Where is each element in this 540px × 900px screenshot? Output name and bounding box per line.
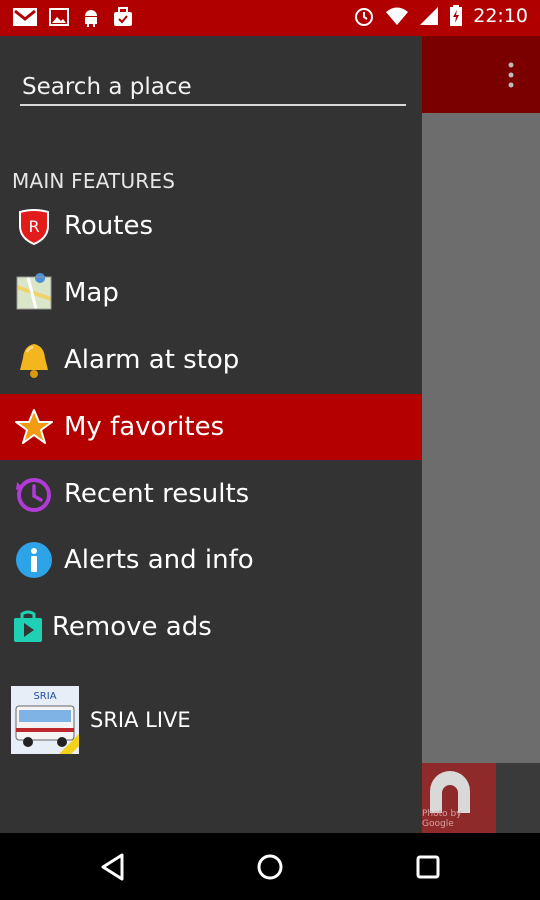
svg-text:R: R (28, 217, 39, 236)
gmail-icon (13, 8, 37, 26)
star-icon (15, 409, 53, 444)
menu-label: Remove ads (52, 612, 212, 642)
alarm-icon (355, 8, 374, 26)
info-icon (16, 542, 52, 578)
bell-icon (20, 344, 48, 378)
back-icon[interactable] (97, 851, 129, 883)
promo-sria-live[interactable]: SRIA SRIA LIVE (0, 684, 422, 758)
signal-icon (420, 7, 439, 25)
search-input[interactable] (20, 70, 406, 106)
thumb-text: SRIA (33, 691, 56, 702)
sria-live-thumbnail: SRIA (11, 686, 79, 754)
ad-credit: Photo by Google (422, 809, 462, 829)
recents-icon[interactable] (412, 851, 444, 883)
wifi-icon (386, 7, 409, 25)
image-icon (49, 8, 69, 26)
section-header: MAIN FEATURES (12, 169, 176, 193)
system-icons: 22:10 (353, 5, 528, 27)
notification-icons (12, 6, 134, 28)
menu-item-routes[interactable]: R Routes (0, 193, 422, 259)
menu-label: Map (64, 278, 119, 308)
navigation-drawer: MAIN FEATURES R Routes Map Alarm at stop (0, 36, 422, 833)
history-icon (16, 478, 51, 512)
status-bar: 22:10 (0, 0, 540, 36)
promo-label: SRIA LIVE (90, 708, 191, 732)
menu-label: Recent results (64, 479, 250, 509)
routes-shield-icon: R (19, 209, 49, 246)
menu-item-alerts-and-info[interactable]: Alerts and info (0, 527, 422, 593)
clock: 22:10 (473, 5, 528, 27)
menu-label: Alerts and info (64, 545, 254, 575)
home-icon[interactable] (254, 851, 286, 883)
system-nav-bar (0, 833, 540, 900)
menu-label: My favorites (64, 412, 225, 442)
ad-banner[interactable]: Photo by Google (422, 763, 540, 833)
menu-item-alarm-at-stop[interactable]: Alarm at stop (0, 327, 422, 393)
menu-label: Routes (64, 211, 154, 241)
overflow-menu-icon[interactable] (508, 62, 514, 88)
menu-item-map[interactable]: Map (0, 260, 422, 326)
menu-item-my-favorites[interactable]: My favorites (0, 394, 422, 460)
briefcase-icon (114, 7, 132, 26)
bus-icon: SRIA (11, 686, 79, 754)
map-icon (16, 273, 52, 310)
menu-item-remove-ads[interactable]: Remove ads (0, 594, 422, 660)
menu-item-recent-results[interactable]: Recent results (0, 461, 422, 527)
app-toolbar (422, 36, 540, 113)
battery-icon (450, 5, 463, 26)
ad-logo: Photo by Google (422, 763, 496, 833)
android-icon (85, 10, 97, 27)
menu-label: Alarm at stop (64, 345, 240, 375)
play-store-icon (14, 610, 42, 642)
app-content (422, 113, 540, 763)
